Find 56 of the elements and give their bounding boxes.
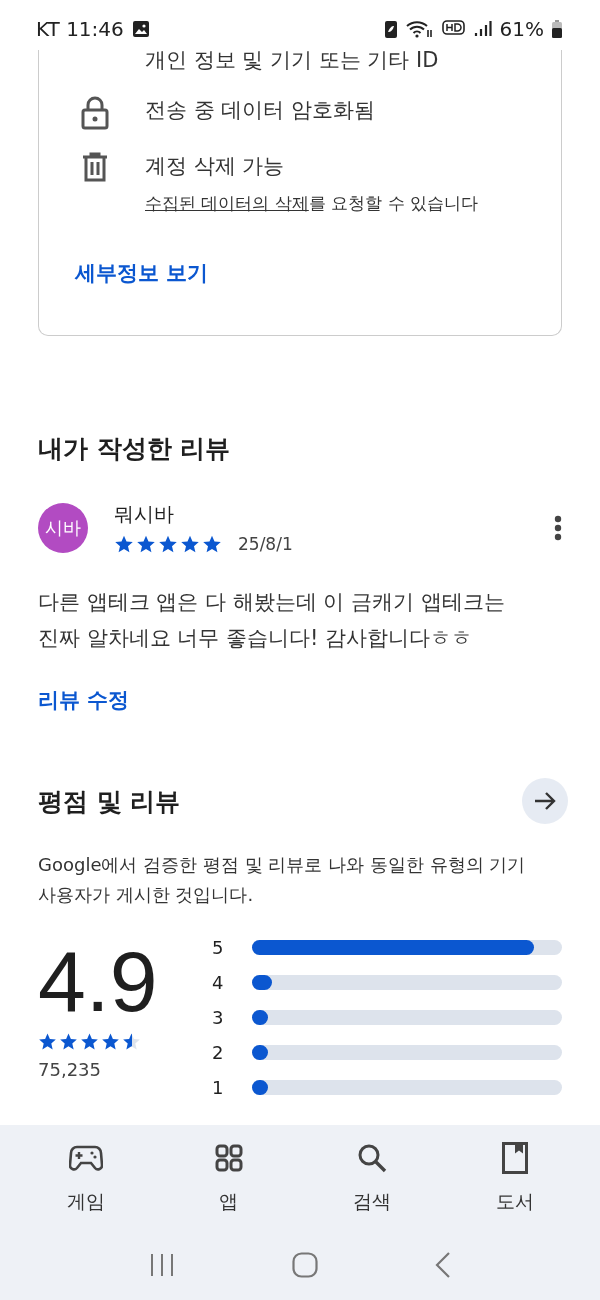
average-rating: 4.9 (38, 938, 159, 1024)
star-level-label: 1 (212, 1077, 225, 1098)
star-icon (38, 1032, 57, 1051)
nav-tab[interactable]: 게임 (30, 1140, 141, 1215)
nav-tab[interactable]: 앱 (173, 1140, 284, 1215)
avatar: 시바 (38, 502, 88, 553)
trash-icon (82, 152, 108, 182)
star-icon (122, 1032, 141, 1051)
ratings-description: Google에서 검증한 평점 및 리뷰로 나와 동일한 유형의 기기 사용자가 게시한 것입니다. (38, 853, 527, 907)
star-icon (59, 1032, 78, 1051)
image-icon (131, 20, 150, 38)
gamepad-icon (68, 1144, 103, 1171)
search-icon (356, 1142, 387, 1173)
star-level-label: 5 (212, 937, 225, 958)
star-icon (202, 534, 222, 554)
see-all-button[interactable] (522, 778, 568, 824)
nav-tab[interactable]: 도서 (459, 1140, 570, 1215)
data-safety-item-title: 개인 정보 및 기기 또는 기타 ID (145, 50, 439, 74)
wifi-icon (405, 19, 434, 39)
battery-icon (552, 20, 562, 38)
section-heading: 평점 및 리뷰 (38, 785, 181, 818)
review-count: 75,235 (38, 1059, 102, 1080)
recent-apps-icon (148, 1253, 175, 1277)
star-icon (114, 534, 134, 554)
back-button[interactable] (435, 1252, 452, 1278)
book-icon (501, 1141, 528, 1174)
review-date: 25/8/1 (238, 534, 293, 554)
review-author: 뭐시바 (114, 501, 175, 528)
lock-icon (81, 96, 109, 130)
star-icon (180, 534, 200, 554)
home-icon (292, 1252, 318, 1278)
data-safety-item-description: 수집된 데이터의 삭제를 요청할 수 있습니다 (145, 192, 479, 215)
more-options-icon[interactable] (554, 514, 562, 541)
nav-tab[interactable]: 검색 (316, 1140, 427, 1215)
star-icon (136, 534, 156, 554)
data-safety-item-title: 계정 삭제 가능 (145, 153, 286, 180)
star-level-label: 4 (212, 972, 225, 993)
back-icon (435, 1252, 452, 1278)
star-level-label: 2 (212, 1042, 225, 1063)
apps-grid-icon (214, 1143, 243, 1172)
recent-apps-button[interactable] (148, 1253, 175, 1277)
signal-icon (473, 20, 492, 38)
battery-saver-icon (383, 19, 398, 39)
status-time: KT 11:46 (36, 17, 124, 41)
section-heading: 내가 작성한 리뷰 (38, 433, 232, 465)
star-icon (158, 534, 178, 554)
home-button[interactable] (292, 1252, 318, 1278)
review-text: 다른 앱테크 앱은 다 해봤는데 이 금캐기 앱테크는 진짜 알차네요 너무 좋습니다! 감사합니다ㅎㅎ (38, 589, 506, 652)
star-level-label: 3 (212, 1007, 225, 1028)
edit-review-link[interactable]: 리뷰 수정 (38, 686, 130, 714)
star-icon (80, 1032, 99, 1051)
battery-percentage: 61% (499, 17, 544, 41)
star-icon (101, 1032, 120, 1051)
see-details-link[interactable]: 세부정보 보기 (75, 259, 209, 287)
data-safety-item-title: 전송 중 데이터 암호화됨 (145, 97, 376, 124)
arrow-right-icon (534, 791, 556, 811)
